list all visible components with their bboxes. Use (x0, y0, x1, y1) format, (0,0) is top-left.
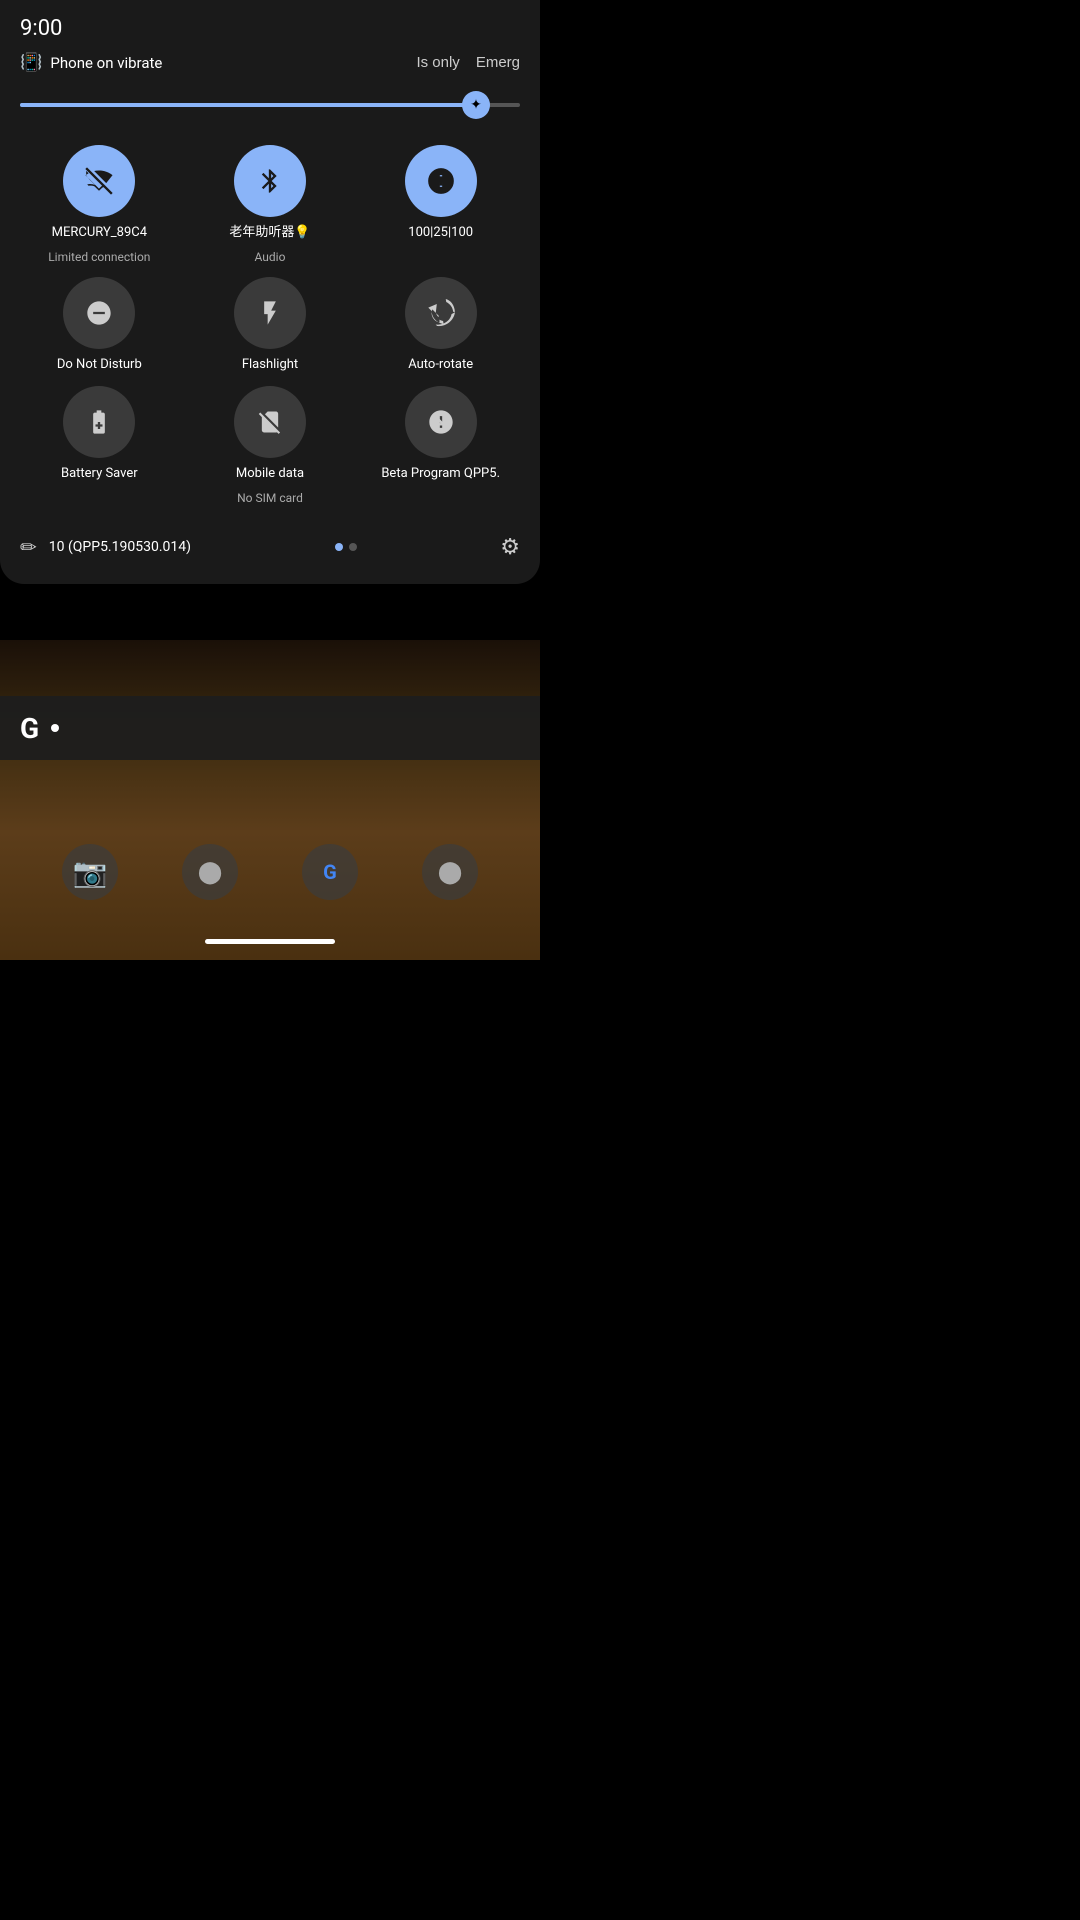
mobile-data-tile[interactable]: Mobile data No SIM card (191, 386, 350, 506)
emergency-button[interactable]: Emerg (476, 54, 520, 71)
bluetooth-icon (256, 167, 284, 195)
google-g-logo: G (20, 712, 39, 745)
quick-settings-panel: 9:00 📳 Phone on vibrate Is only Emerg ✦ (0, 0, 540, 584)
dot-2 (349, 543, 357, 551)
autorotate-tile-icon (405, 277, 477, 349)
brightness-thumb[interactable]: ✦ (462, 91, 490, 119)
wifi-off-icon (85, 167, 113, 195)
vibrate-icon: 📳 (20, 52, 42, 73)
brightness-icon: ✦ (470, 97, 482, 113)
wallpaper (0, 640, 540, 960)
dock-icon-google[interactable]: G (302, 844, 358, 900)
brightness-slider[interactable]: ✦ (20, 89, 520, 121)
home-indicator[interactable] (205, 939, 335, 944)
wifi-tile-icon (63, 145, 135, 217)
mobile-data-tile-icon (234, 386, 306, 458)
dnd-tile-icon (63, 277, 135, 349)
google-search-bar[interactable]: G (0, 696, 540, 760)
battery-saver-tile-label: Battery Saver (61, 466, 138, 483)
quick-tiles-grid: MERCURY_89C4 Limited connection 老年助听器💡 A… (0, 137, 540, 515)
dnd-tile[interactable]: Do Not Disturb (20, 277, 179, 374)
wifi-tile[interactable]: MERCURY_89C4 Limited connection (20, 145, 179, 265)
mobile-data-tile-sublabel: No SIM card (237, 491, 303, 507)
battery-saver-icon (85, 408, 113, 436)
wifi-tile-label: MERCURY_89C4 (52, 225, 147, 242)
phone-vibrate-label: Phone on vibrate (50, 54, 162, 72)
beta-program-tile-icon (405, 386, 477, 458)
bluetooth-tile-sublabel: Audio (255, 250, 286, 266)
brightness-row[interactable]: ✦ (0, 81, 540, 137)
flashlight-icon (256, 299, 284, 327)
data-saver-tile[interactable]: 100|25|100 (361, 145, 520, 265)
google-dot (51, 724, 59, 732)
qs-header: 📳 Phone on vibrate Is only Emerg (0, 48, 540, 81)
footer-left: ✏ 10 (QPP5.190530.014) (20, 535, 191, 559)
brightness-fill (20, 103, 470, 107)
dot-1 (335, 543, 343, 551)
data-saver-icon (427, 167, 455, 195)
dock-icon-4[interactable]: ⬤ (422, 844, 478, 900)
battery-saver-tile-icon (63, 386, 135, 458)
autorotate-tile[interactable]: Auto-rotate (361, 277, 520, 374)
dnd-icon (85, 299, 113, 327)
edit-icon[interactable]: ✏ (20, 535, 37, 559)
dock: 📷 ⬤ G ⬤ (0, 844, 540, 900)
phone-status-row: 📳 Phone on vibrate (20, 52, 162, 73)
build-number: 10 (QPP5.190530.014) (49, 539, 191, 555)
dock-icon-2[interactable]: ⬤ (182, 844, 238, 900)
flashlight-tile-icon (234, 277, 306, 349)
bluetooth-tile[interactable]: 老年助听器💡 Audio (191, 145, 350, 265)
mobile-data-tile-label: Mobile data (236, 466, 304, 483)
dnd-tile-label: Do Not Disturb (57, 357, 142, 374)
beta-program-tile-label: Beta Program QPP5. (381, 466, 500, 483)
data-saver-tile-label: 100|25|100 (408, 225, 473, 242)
wifi-tile-sublabel: Limited connection (48, 250, 150, 266)
battery-saver-tile[interactable]: Battery Saver (20, 386, 179, 506)
bluetooth-tile-icon (234, 145, 306, 217)
flashlight-tile-label: Flashlight (242, 357, 298, 374)
dock-icon-1[interactable]: 📷 (62, 844, 118, 900)
brightness-track (20, 103, 520, 107)
bluetooth-tile-label: 老年助听器💡 (229, 225, 310, 242)
rotate-icon (427, 299, 455, 327)
qs-footer: ✏ 10 (QPP5.190530.014) ⚙ (0, 523, 540, 568)
autorotate-tile-label: Auto-rotate (408, 357, 473, 374)
flashlight-tile[interactable]: Flashlight (191, 277, 350, 374)
status-bar: 9:00 (0, 0, 540, 48)
beta-icon (427, 408, 455, 436)
header-buttons: Is only Emerg (416, 54, 520, 71)
beta-program-tile[interactable]: Beta Program QPP5. (361, 386, 520, 506)
no-sim-icon (256, 408, 284, 436)
data-saver-tile-icon (405, 145, 477, 217)
settings-icon[interactable]: ⚙ (500, 535, 520, 560)
status-time: 9:00 (20, 16, 62, 41)
page-dots (335, 543, 357, 551)
is-only-button[interactable]: Is only (416, 54, 459, 71)
